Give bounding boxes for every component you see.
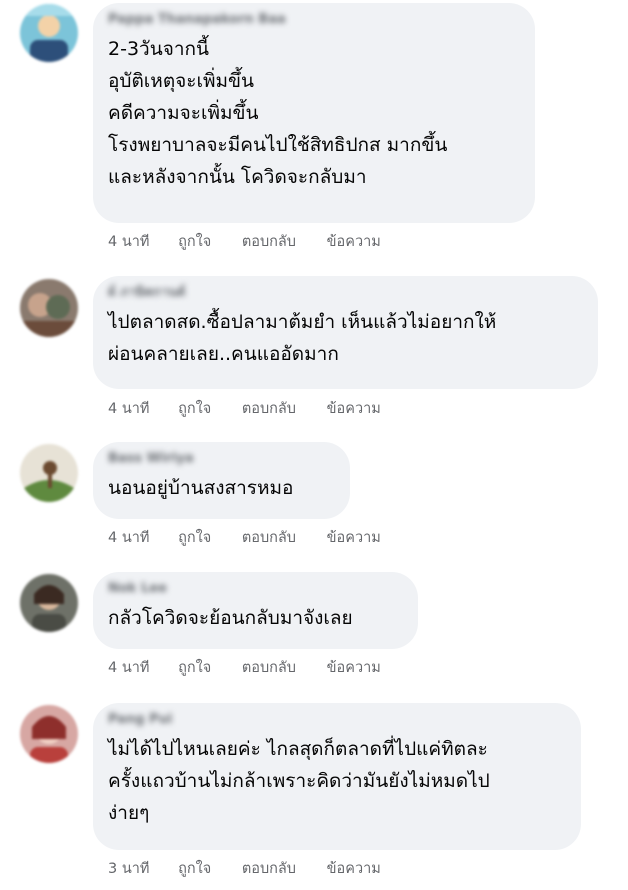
avatar-image — [20, 705, 78, 763]
comment-text: ไปตลาดสด.ซื้อปลามาต้มยำ เห็นแล้วไม่อยากใ… — [108, 311, 497, 365]
comment-author[interactable]: ผ์ ภาษิตกานต์ — [108, 284, 580, 302]
comment-actions: 3 นาที ถูกใจ ตอบกลับ ข้อความ — [108, 857, 407, 880]
comment-actions: 4 นาที ถูกใจ ตอบกลับ ข้อความ — [108, 397, 407, 420]
comment-text: กลัวโควิดจะย้อนกลับมาจังเลย — [108, 607, 353, 629]
avatar-image — [20, 4, 78, 62]
avatar-image — [20, 279, 78, 337]
comment-text: 2-3วันจากนี้ อุบัติเหตุจะเพิ่มขึ้น คดีคว… — [108, 38, 448, 188]
comment-actions: 4 นาที ถูกใจ ตอบกลับ ข้อความ — [108, 526, 407, 549]
reply-button[interactable]: ตอบกลับ — [242, 526, 296, 549]
message-button[interactable]: ข้อความ — [327, 656, 381, 679]
comment-time[interactable]: 4 นาที — [108, 230, 149, 253]
reply-button[interactable]: ตอบกลับ — [242, 656, 296, 679]
reply-button[interactable]: ตอบกลับ — [242, 397, 296, 420]
comment-time[interactable]: 4 นาที — [108, 397, 149, 420]
comment-author[interactable]: Pappa Thanapakorn Baa — [108, 11, 517, 29]
comment-text: นอนอยู่บ้านสงสารหมอ — [108, 477, 294, 499]
avatar-image — [20, 444, 78, 502]
message-button[interactable]: ข้อความ — [327, 857, 381, 880]
comment-bubble: Pang Pui ไม่ได้ไปไหนเลยค่ะ ไกลสุดก็ตลาดท… — [93, 703, 581, 850]
comment-bubble: Pappa Thanapakorn Baa 2-3วันจากนี้ อุบัต… — [93, 3, 535, 223]
like-button[interactable]: ถูกใจ — [178, 230, 211, 253]
avatar[interactable] — [20, 279, 78, 337]
comment-bubble: Nok Lee กลัวโควิดจะย้อนกลับมาจังเลย — [93, 572, 418, 649]
avatar[interactable] — [20, 444, 78, 502]
comment-author[interactable]: Pang Pui — [108, 711, 563, 729]
comment-time[interactable]: 4 นาที — [108, 526, 149, 549]
like-button[interactable]: ถูกใจ — [178, 397, 211, 420]
comment-time[interactable]: 3 นาที — [108, 857, 149, 880]
comment-actions: 4 นาที ถูกใจ ตอบกลับ ข้อความ — [108, 230, 407, 253]
like-button[interactable]: ถูกใจ — [178, 857, 211, 880]
comment-actions: 4 นาที ถูกใจ ตอบกลับ ข้อความ — [108, 656, 407, 679]
comment-bubble: Bass Wiriya นอนอยู่บ้านสงสารหมอ — [93, 442, 350, 519]
avatar[interactable] — [20, 705, 78, 763]
avatar-image — [20, 574, 78, 632]
reply-button[interactable]: ตอบกลับ — [242, 230, 296, 253]
comment-author[interactable]: Nok Lee — [108, 580, 400, 598]
message-button[interactable]: ข้อความ — [327, 397, 381, 420]
comment-text: ไม่ได้ไปไหนเลยค่ะ ไกลสุดก็ตลาดที่ไปแค่ทิ… — [108, 738, 490, 824]
avatar[interactable] — [20, 4, 78, 62]
comment-bubble: ผ์ ภาษิตกานต์ ไปตลาดสด.ซื้อปลามาต้มยำ เห… — [93, 276, 598, 389]
avatar[interactable] — [20, 574, 78, 632]
message-button[interactable]: ข้อความ — [327, 526, 381, 549]
like-button[interactable]: ถูกใจ — [178, 526, 211, 549]
like-button[interactable]: ถูกใจ — [178, 656, 211, 679]
message-button[interactable]: ข้อความ — [327, 230, 381, 253]
reply-button[interactable]: ตอบกลับ — [242, 857, 296, 880]
comment-author[interactable]: Bass Wiriya — [108, 450, 332, 468]
comment-time[interactable]: 4 นาที — [108, 656, 149, 679]
